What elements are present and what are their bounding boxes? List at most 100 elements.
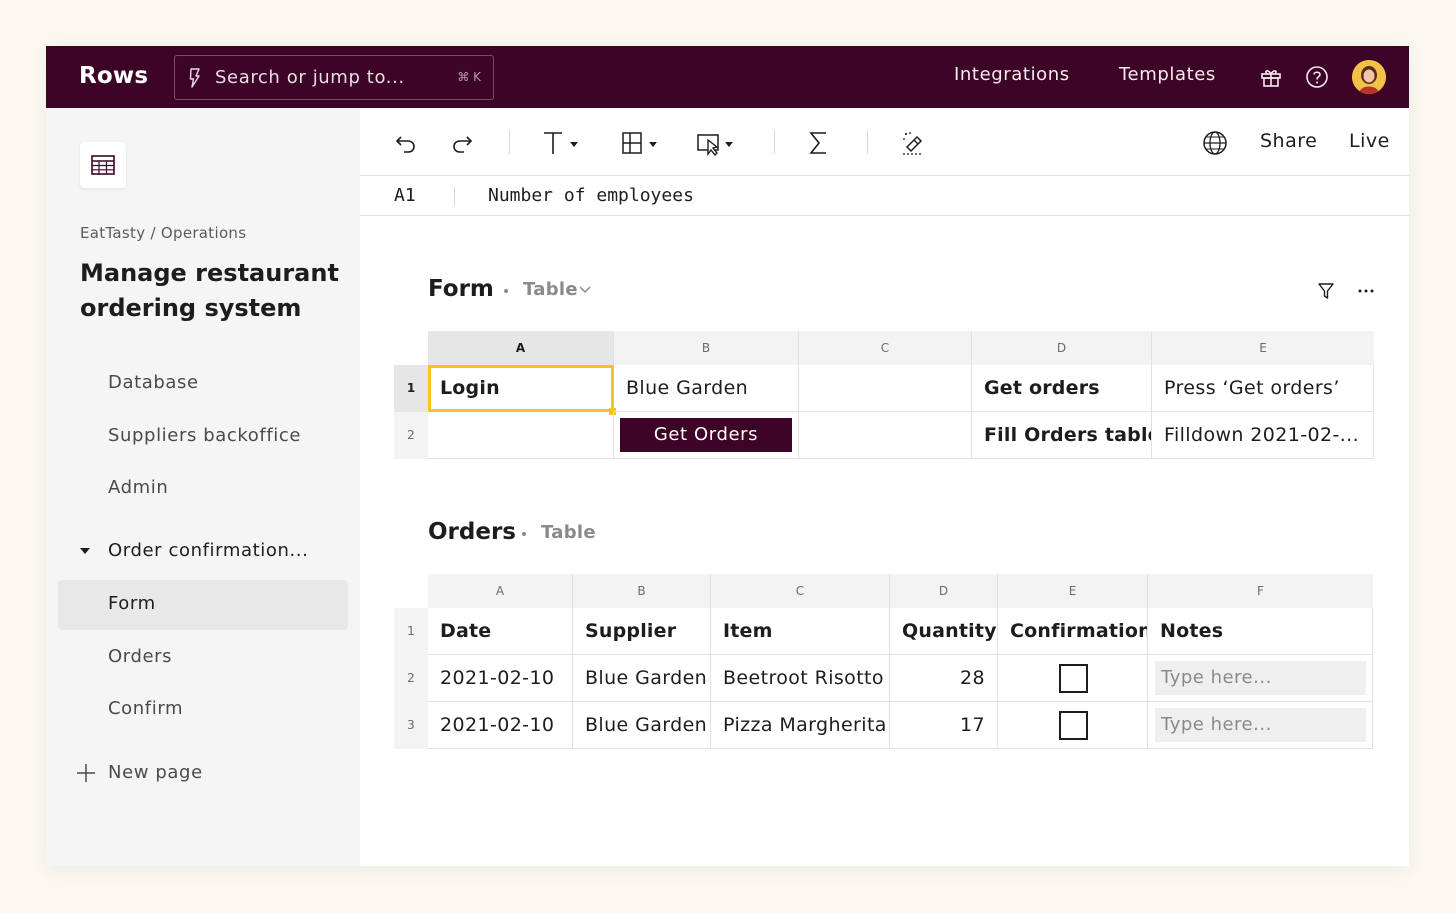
cell-date[interactable]: 2021-02-10 [428,655,573,702]
row-header-1[interactable]: 1 [394,365,428,412]
sidebar-item-orders[interactable]: Orders [58,633,348,683]
formula-divider [454,187,455,206]
cell-item[interactable]: Pizza Margherita [711,702,890,749]
cell-a2[interactable] [428,412,614,459]
new-page-button[interactable]: New page [58,749,348,799]
sidebar-item-label: Confirm [108,698,184,719]
header-cell-date[interactable]: Date [428,608,573,655]
title-separator-dot [504,289,508,293]
cell-e2[interactable]: Filldown 2021-02-... [1152,412,1374,459]
column-header-c[interactable]: C [799,331,972,365]
column-header-d[interactable]: D [890,574,998,608]
sidebar-item-order-confirmation[interactable]: Order confirmation... [58,527,348,577]
live-button[interactable]: Live [1349,130,1390,152]
templates-link[interactable]: Templates [1119,64,1216,85]
app-window: Rows Search or jump to... ⌘ K Integratio… [46,46,1409,866]
orders-table-kind[interactable]: Table [541,522,596,543]
cell-c2[interactable] [799,412,972,459]
cell-date[interactable]: 2021-02-10 [428,702,573,749]
column-header-a[interactable]: A [428,574,573,608]
cell-reference[interactable]: A1 [394,185,416,206]
row-header-2[interactable]: 2 [394,412,428,459]
sidebar-item-suppliers-backoffice[interactable]: Suppliers backoffice [58,412,348,462]
new-page-label: New page [108,762,203,783]
sidebar-item-admin[interactable]: Admin [58,464,348,514]
cell-e1[interactable]: Press ‘Get orders’ [1152,365,1374,412]
toolbar-divider [867,130,868,154]
row-header-1[interactable]: 1 [394,608,428,655]
confirmation-checkbox[interactable] [1059,664,1088,693]
filter-icon[interactable] [1317,282,1335,300]
cell-item[interactable]: Beetroot Risotto [711,655,890,702]
confirmation-checkbox[interactable] [1059,711,1088,740]
cell-a1[interactable]: Login [428,365,614,412]
sidebar-item-label: Admin [108,477,169,498]
document-title: Manage restaurant ordering system [80,259,339,322]
header-cell-confirmation[interactable]: Confirmation [998,608,1148,655]
header-cell-supplier[interactable]: Supplier [573,608,711,655]
share-button[interactable]: Share [1260,130,1317,152]
sidebar: EatTasty / Operations Manage restaurant … [46,108,360,866]
column-header-d[interactable]: D [972,331,1152,365]
column-header-b[interactable]: B [573,574,711,608]
column-header-a[interactable]: A [428,331,614,365]
cell-quantity[interactable]: 17 [890,702,998,749]
help-icon[interactable] [1305,65,1329,89]
breadcrumb[interactable]: EatTasty / Operations [80,224,246,242]
sum-icon[interactable] [808,130,830,156]
sidebar-item-form[interactable]: Form [58,580,348,630]
search-placeholder: Search or jump to... [215,67,405,88]
column-header-e[interactable]: E [998,574,1148,608]
cell-quantity[interactable]: 28 [890,655,998,702]
sidebar-item-label: Orders [108,646,173,667]
notes-input[interactable]: Type here... [1155,708,1366,742]
text-format-icon[interactable] [542,130,584,156]
sidebar-item-label: Suppliers backoffice [108,425,302,446]
toolbar-divider [774,130,775,154]
cell-d2[interactable]: Fill Orders table [972,412,1152,459]
column-header-e[interactable]: E [1152,331,1374,365]
cell-d1[interactable]: Get orders [972,365,1152,412]
form-table-title[interactable]: Form [428,276,494,302]
notes-input[interactable]: Type here... [1155,661,1366,695]
orders-table-title[interactable]: Orders [428,519,516,545]
title-separator-dot [522,532,526,536]
sidebar-item-confirm[interactable]: Confirm [58,685,348,735]
row-header-2[interactable]: 2 [394,655,428,702]
gift-icon[interactable] [1259,65,1283,89]
top-bar: Rows Search or jump to... ⌘ K Integratio… [46,46,1409,108]
caret-down-icon[interactable] [80,548,90,554]
spreadsheet-icon[interactable] [80,142,126,188]
get-orders-button[interactable]: Get Orders [620,418,792,452]
undo-icon[interactable] [394,130,418,156]
formula-input[interactable]: Number of employees [488,185,694,206]
globe-icon[interactable] [1202,130,1228,156]
cell-supplier[interactable]: Blue Garden [573,702,711,749]
layout-icon[interactable] [621,130,663,156]
chevron-down-icon[interactable] [579,286,591,294]
action-icon[interactable] [696,130,738,156]
toolbar-divider [509,130,510,154]
cell-supplier[interactable]: Blue Garden [573,655,711,702]
sidebar-item-database[interactable]: Database [58,359,348,409]
magic-icon[interactable] [901,130,925,156]
search-box[interactable]: Search or jump to... ⌘ K [174,55,494,100]
bolt-icon [189,68,200,88]
cell-c1[interactable] [799,365,972,412]
header-cell-quantity[interactable]: Quantity [890,608,998,655]
rows-logo[interactable]: Rows [79,63,148,89]
cell-b1[interactable]: Blue Garden [614,365,799,412]
integrations-link[interactable]: Integrations [954,64,1070,85]
column-header-c[interactable]: C [711,574,890,608]
form-table-kind[interactable]: Table [523,279,578,300]
column-header-b[interactable]: B [614,331,799,365]
row-header-3[interactable]: 3 [394,702,428,749]
avatar[interactable] [1352,60,1386,94]
more-options-icon[interactable] [1358,289,1374,293]
formula-bar: A1 Number of employees [360,176,1409,216]
header-cell-item[interactable]: Item [711,608,890,655]
column-header-f[interactable]: F [1148,574,1373,608]
plus-icon [77,764,95,782]
header-cell-notes[interactable]: Notes [1148,608,1373,655]
redo-icon[interactable] [450,130,474,156]
